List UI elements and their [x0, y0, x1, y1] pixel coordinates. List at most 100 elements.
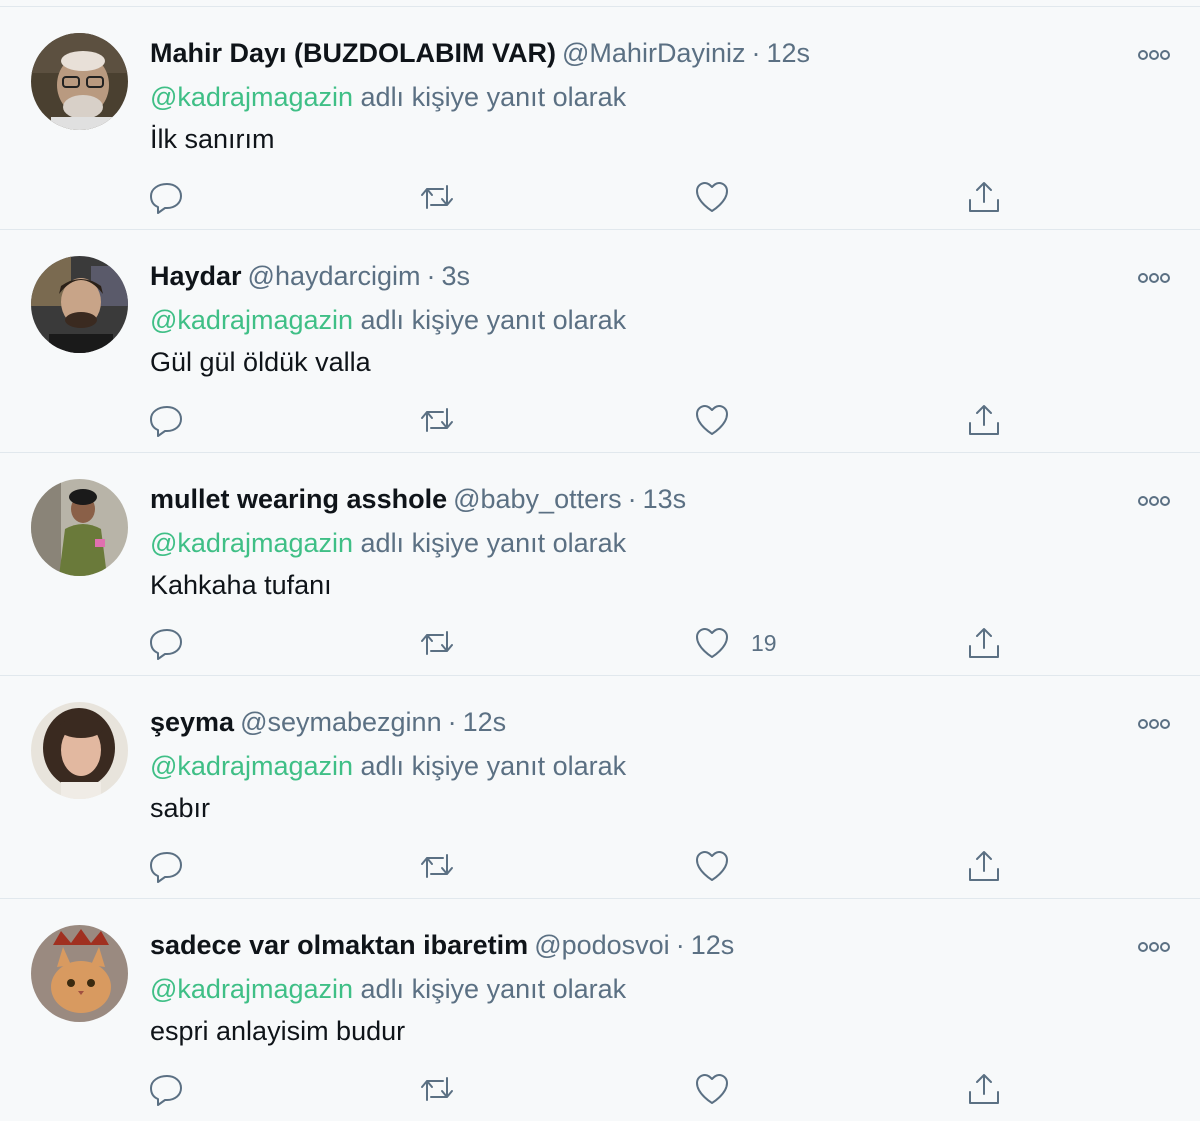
- retweet-icon: [421, 631, 453, 655]
- more-options-button[interactable]: [1135, 486, 1173, 516]
- like-count: 19: [751, 629, 777, 656]
- avatar-young-man-icon: [31, 256, 128, 353]
- author-name[interactable]: Haydar: [150, 261, 242, 291]
- reply-context: @kadrajmagazin adlı kişiye yanıt olarak: [150, 300, 626, 340]
- reply-button[interactable]: [148, 400, 186, 440]
- reply-context-text: adlı kişiye yanıt olarak: [360, 305, 627, 335]
- tweet[interactable]: Haydar @haydarcigim · 3s @kadrajmagazin adl…: [0, 229, 1200, 452]
- reply-icon: [150, 406, 182, 437]
- author-handle[interactable]: @seymabezginn: [240, 707, 442, 737]
- retweet-button[interactable]: [418, 400, 456, 440]
- author-handle[interactable]: @haydarcigim: [248, 261, 421, 291]
- more-options-icon: [1138, 50, 1170, 60]
- more-options-icon: [1138, 719, 1170, 729]
- avatar-woman-curly-hair-icon: [31, 702, 128, 799]
- heart-icon: [696, 851, 728, 881]
- tweet-text: Gül gül öldük valla: [150, 347, 371, 377]
- tweet-text: İlk sanırım: [150, 124, 275, 154]
- reply-icon: [150, 183, 182, 214]
- reply-icon: [150, 852, 182, 883]
- avatar[interactable]: [31, 925, 128, 1022]
- more-options-button[interactable]: [1135, 709, 1173, 739]
- timestamp[interactable]: 12s: [691, 930, 735, 960]
- share-button[interactable]: [965, 400, 1003, 440]
- separator: ·: [675, 930, 685, 960]
- like-button[interactable]: 19: [693, 623, 777, 663]
- author-name[interactable]: Mahir Dayı (BUZDOLABIM VAR): [150, 38, 556, 68]
- share-icon: [969, 1074, 999, 1104]
- reply-mention-link[interactable]: @kadrajmagazin: [150, 82, 353, 112]
- tweet[interactable]: Mahir Dayı (BUZDOLABIM VAR) @MahirDayiniz…: [0, 6, 1200, 229]
- avatar-person-green-jacket-icon: [31, 479, 128, 576]
- tweet-actions: [0, 167, 1200, 227]
- reply-context: @kadrajmagazin adlı kişiye yanıt olarak: [150, 523, 626, 563]
- reply-mention-link[interactable]: @kadrajmagazin: [150, 305, 353, 335]
- more-options-button[interactable]: [1135, 932, 1173, 962]
- like-button[interactable]: [693, 1069, 751, 1109]
- more-options-button[interactable]: [1135, 263, 1173, 293]
- reply-icon: [150, 629, 182, 660]
- retweet-button[interactable]: [418, 1069, 456, 1109]
- tweet-actions: [0, 1059, 1200, 1119]
- separator: ·: [426, 261, 436, 291]
- like-button[interactable]: [693, 400, 751, 440]
- reply-button[interactable]: [148, 846, 186, 886]
- reply-mention-link[interactable]: @kadrajmagazin: [150, 974, 353, 1004]
- tweet[interactable]: mullet wearing asshole @baby_otters · 13s @…: [0, 452, 1200, 675]
- separator: ·: [627, 484, 637, 514]
- tweet-header: sadece var olmaktan ibaretim @podosvoi · 12…: [150, 925, 734, 965]
- tweet-actions: [0, 390, 1200, 450]
- avatar-older-man-glasses-icon: [31, 33, 128, 130]
- retweet-icon: [421, 1077, 453, 1101]
- share-icon: [969, 851, 999, 881]
- tweet[interactable]: şeyma @seymabezginn · 12s @kadrajmagazin ad…: [0, 675, 1200, 898]
- retweet-button[interactable]: [418, 623, 456, 663]
- author-name[interactable]: şeyma: [150, 707, 234, 737]
- reply-button[interactable]: [148, 623, 186, 663]
- reply-context: @kadrajmagazin adlı kişiye yanıt olarak: [150, 77, 626, 117]
- reply-icon: [150, 1075, 182, 1106]
- share-button[interactable]: [965, 177, 1003, 217]
- more-options-icon: [1138, 496, 1170, 506]
- timestamp[interactable]: 12s: [766, 38, 810, 68]
- tweet[interactable]: sadece var olmaktan ibaretim @podosvoi · 12…: [0, 898, 1200, 1121]
- tweet-actions: [0, 836, 1200, 896]
- retweet-icon: [421, 185, 453, 209]
- tweet-text: Kahkaha tufanı: [150, 570, 332, 600]
- more-options-button[interactable]: [1135, 40, 1173, 70]
- avatar[interactable]: [31, 702, 128, 799]
- timestamp[interactable]: 12s: [463, 707, 507, 737]
- author-handle[interactable]: @baby_otters: [453, 484, 622, 514]
- share-button[interactable]: [965, 846, 1003, 886]
- avatar[interactable]: [31, 479, 128, 576]
- share-button[interactable]: [965, 1069, 1003, 1109]
- tweet-actions: 19: [0, 613, 1200, 673]
- retweet-button[interactable]: [418, 177, 456, 217]
- reply-mention-link[interactable]: @kadrajmagazin: [150, 528, 353, 558]
- tweet-header: Mahir Dayı (BUZDOLABIM VAR) @MahirDayiniz…: [150, 33, 810, 73]
- avatar[interactable]: [31, 256, 128, 353]
- share-button[interactable]: [965, 623, 1003, 663]
- like-button[interactable]: [693, 177, 751, 217]
- reply-context-text: adlı kişiye yanıt olarak: [360, 528, 627, 558]
- reply-button[interactable]: [148, 1069, 186, 1109]
- reply-mention-link[interactable]: @kadrajmagazin: [150, 751, 353, 781]
- heart-icon: [696, 1074, 728, 1104]
- author-name[interactable]: sadece var olmaktan ibaretim: [150, 930, 528, 960]
- like-button[interactable]: [693, 846, 751, 886]
- retweet-button[interactable]: [418, 846, 456, 886]
- share-icon: [969, 628, 999, 658]
- reply-button[interactable]: [148, 177, 186, 217]
- tweet-header: mullet wearing asshole @baby_otters · 13s: [150, 479, 686, 519]
- author-name[interactable]: mullet wearing asshole: [150, 484, 447, 514]
- tweet-text: sabır: [150, 793, 211, 823]
- timestamp[interactable]: 13s: [643, 484, 687, 514]
- author-handle[interactable]: @podosvoi: [534, 930, 670, 960]
- avatar[interactable]: [31, 33, 128, 130]
- author-handle[interactable]: @MahirDayiniz: [562, 38, 745, 68]
- avatar-cat-with-crown-icon: [31, 925, 128, 1022]
- retweet-icon: [421, 408, 453, 432]
- timestamp[interactable]: 3s: [442, 261, 471, 291]
- reply-context-text: adlı kişiye yanıt olarak: [360, 974, 627, 1004]
- separator: ·: [751, 38, 761, 68]
